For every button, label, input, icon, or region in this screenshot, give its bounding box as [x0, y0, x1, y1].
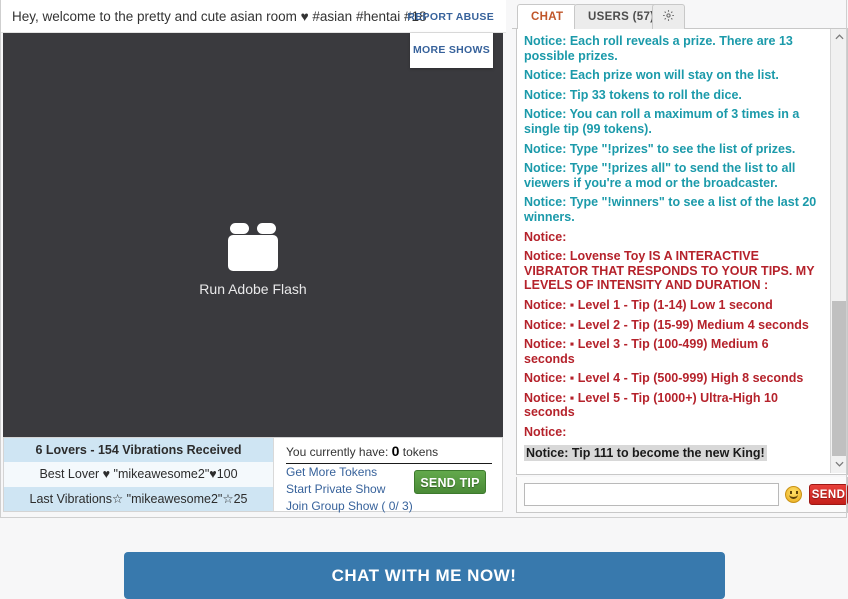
chat-message: Notice: Lovense Toy IS A INTERACTIVE VIB…	[524, 249, 815, 293]
tip-block: You currently have: 0 tokens Get More To…	[275, 438, 502, 513]
chat-message: Notice:	[524, 229, 567, 244]
chat-with-me-now-button[interactable]: CHAT WITH ME NOW!	[123, 552, 725, 599]
get-more-tokens-link[interactable]: Get More Tokens	[286, 465, 377, 479]
scroll-up-arrow-icon[interactable]	[831, 29, 847, 46]
cta-wrap: CHAT WITH ME NOW!	[0, 552, 848, 599]
token-balance-count: 0	[391, 443, 400, 459]
chat-message: Notice: You can roll a maximum of 3 time…	[524, 107, 800, 136]
tab-settings[interactable]	[652, 4, 685, 29]
lovers-block: 6 Lovers - 154 Vibrations Received Best …	[4, 438, 274, 511]
chat-scrollbar-thumb[interactable]	[832, 301, 847, 456]
flash-placeholder[interactable]: Run Adobe Flash	[3, 219, 503, 297]
chat-message: Notice: ▪ Level 1 - Tip (1-14) Low 1 sec…	[524, 297, 773, 312]
gear-icon	[662, 9, 675, 22]
chat-message: Notice: Type "!prizes all" to send the l…	[524, 161, 796, 190]
chat-message: Notice: ▪ Level 2 - Tip (15-99) Medium 4…	[524, 317, 809, 332]
send-message-button[interactable]: SEND	[809, 484, 848, 505]
chat-message: Notice: Tip 111 to become the new King!	[524, 444, 767, 462]
chat-message: Notice: Each roll reveals a prize. There…	[524, 34, 793, 63]
send-tip-button[interactable]: SEND TIP	[414, 470, 486, 494]
video-stage[interactable]: Run Adobe Flash	[3, 33, 503, 437]
run-adobe-flash-label[interactable]: Run Adobe Flash	[3, 281, 503, 297]
last-vibrations-row: Last Vibrations☆ "mikeawesome2"☆25	[4, 486, 273, 511]
more-shows-dropdown[interactable]: MORE SHOWS	[410, 33, 493, 68]
flash-plugin-icon	[224, 219, 282, 271]
token-balance-prefix: You currently have:	[286, 445, 389, 459]
report-abuse-link[interactable]: REPORT ABUSE	[407, 11, 494, 23]
best-lover-row: Best Lover ♥ "mikeawesome2"♥100	[4, 462, 273, 487]
lovers-header: 6 Lovers - 154 Vibrations Received	[4, 438, 273, 463]
player-column: Hey, welcome to the pretty and cute asia…	[0, 0, 506, 518]
chat-message-list: Notice: Each roll reveals a prize. There…	[517, 29, 829, 466]
chat-message: Notice: ▪ Level 5 - Tip (1000+) Ultra-Hi…	[524, 390, 778, 420]
chat-tab-bar: CHAT USERS (57)	[512, 0, 848, 30]
info-panel: 6 Lovers - 154 Vibrations Received Best …	[3, 437, 503, 513]
chat-log-panel: Notice: Each roll reveals a prize. There…	[516, 29, 848, 475]
tab-chat[interactable]: CHAT	[517, 4, 578, 30]
room-title: Hey, welcome to the pretty and cute asia…	[12, 9, 427, 24]
token-balance-suffix: tokens	[402, 445, 439, 459]
scroll-down-arrow-icon[interactable]	[831, 456, 847, 473]
token-balance: You currently have: 0 tokens	[286, 443, 492, 464]
chat-message: Notice: Each prize won will stay on the …	[524, 68, 779, 83]
room-header: Hey, welcome to the pretty and cute asia…	[0, 0, 506, 33]
join-group-show-link[interactable]: Join Group Show ( 0/ 3)	[286, 499, 413, 513]
chat-message-input[interactable]	[524, 483, 779, 506]
chat-message: Notice: Tip 33 tokens to roll the dice.	[524, 87, 742, 102]
chat-message: Notice: Type "!prizes" to see the list o…	[524, 141, 796, 156]
chat-message: Notice: Type "!winners" to see a list of…	[524, 195, 817, 224]
chat-column: CHAT USERS (57) Notice: Each roll reveal…	[512, 0, 848, 515]
start-private-show-link[interactable]: Start Private Show	[286, 482, 385, 496]
chat-scrollbar[interactable]	[830, 29, 847, 473]
smiley-icon[interactable]	[785, 486, 802, 503]
chat-message: Notice:	[524, 425, 567, 440]
chat-message: Notice: ▪ Level 3 - Tip (100-499) Medium…	[524, 337, 769, 366]
more-shows-label[interactable]: MORE SHOWS	[410, 44, 493, 56]
chat-message: Notice: ▪ Level 4 - Tip (500-999) High 8…	[524, 371, 804, 386]
chat-input-bar: SEND	[516, 477, 848, 513]
